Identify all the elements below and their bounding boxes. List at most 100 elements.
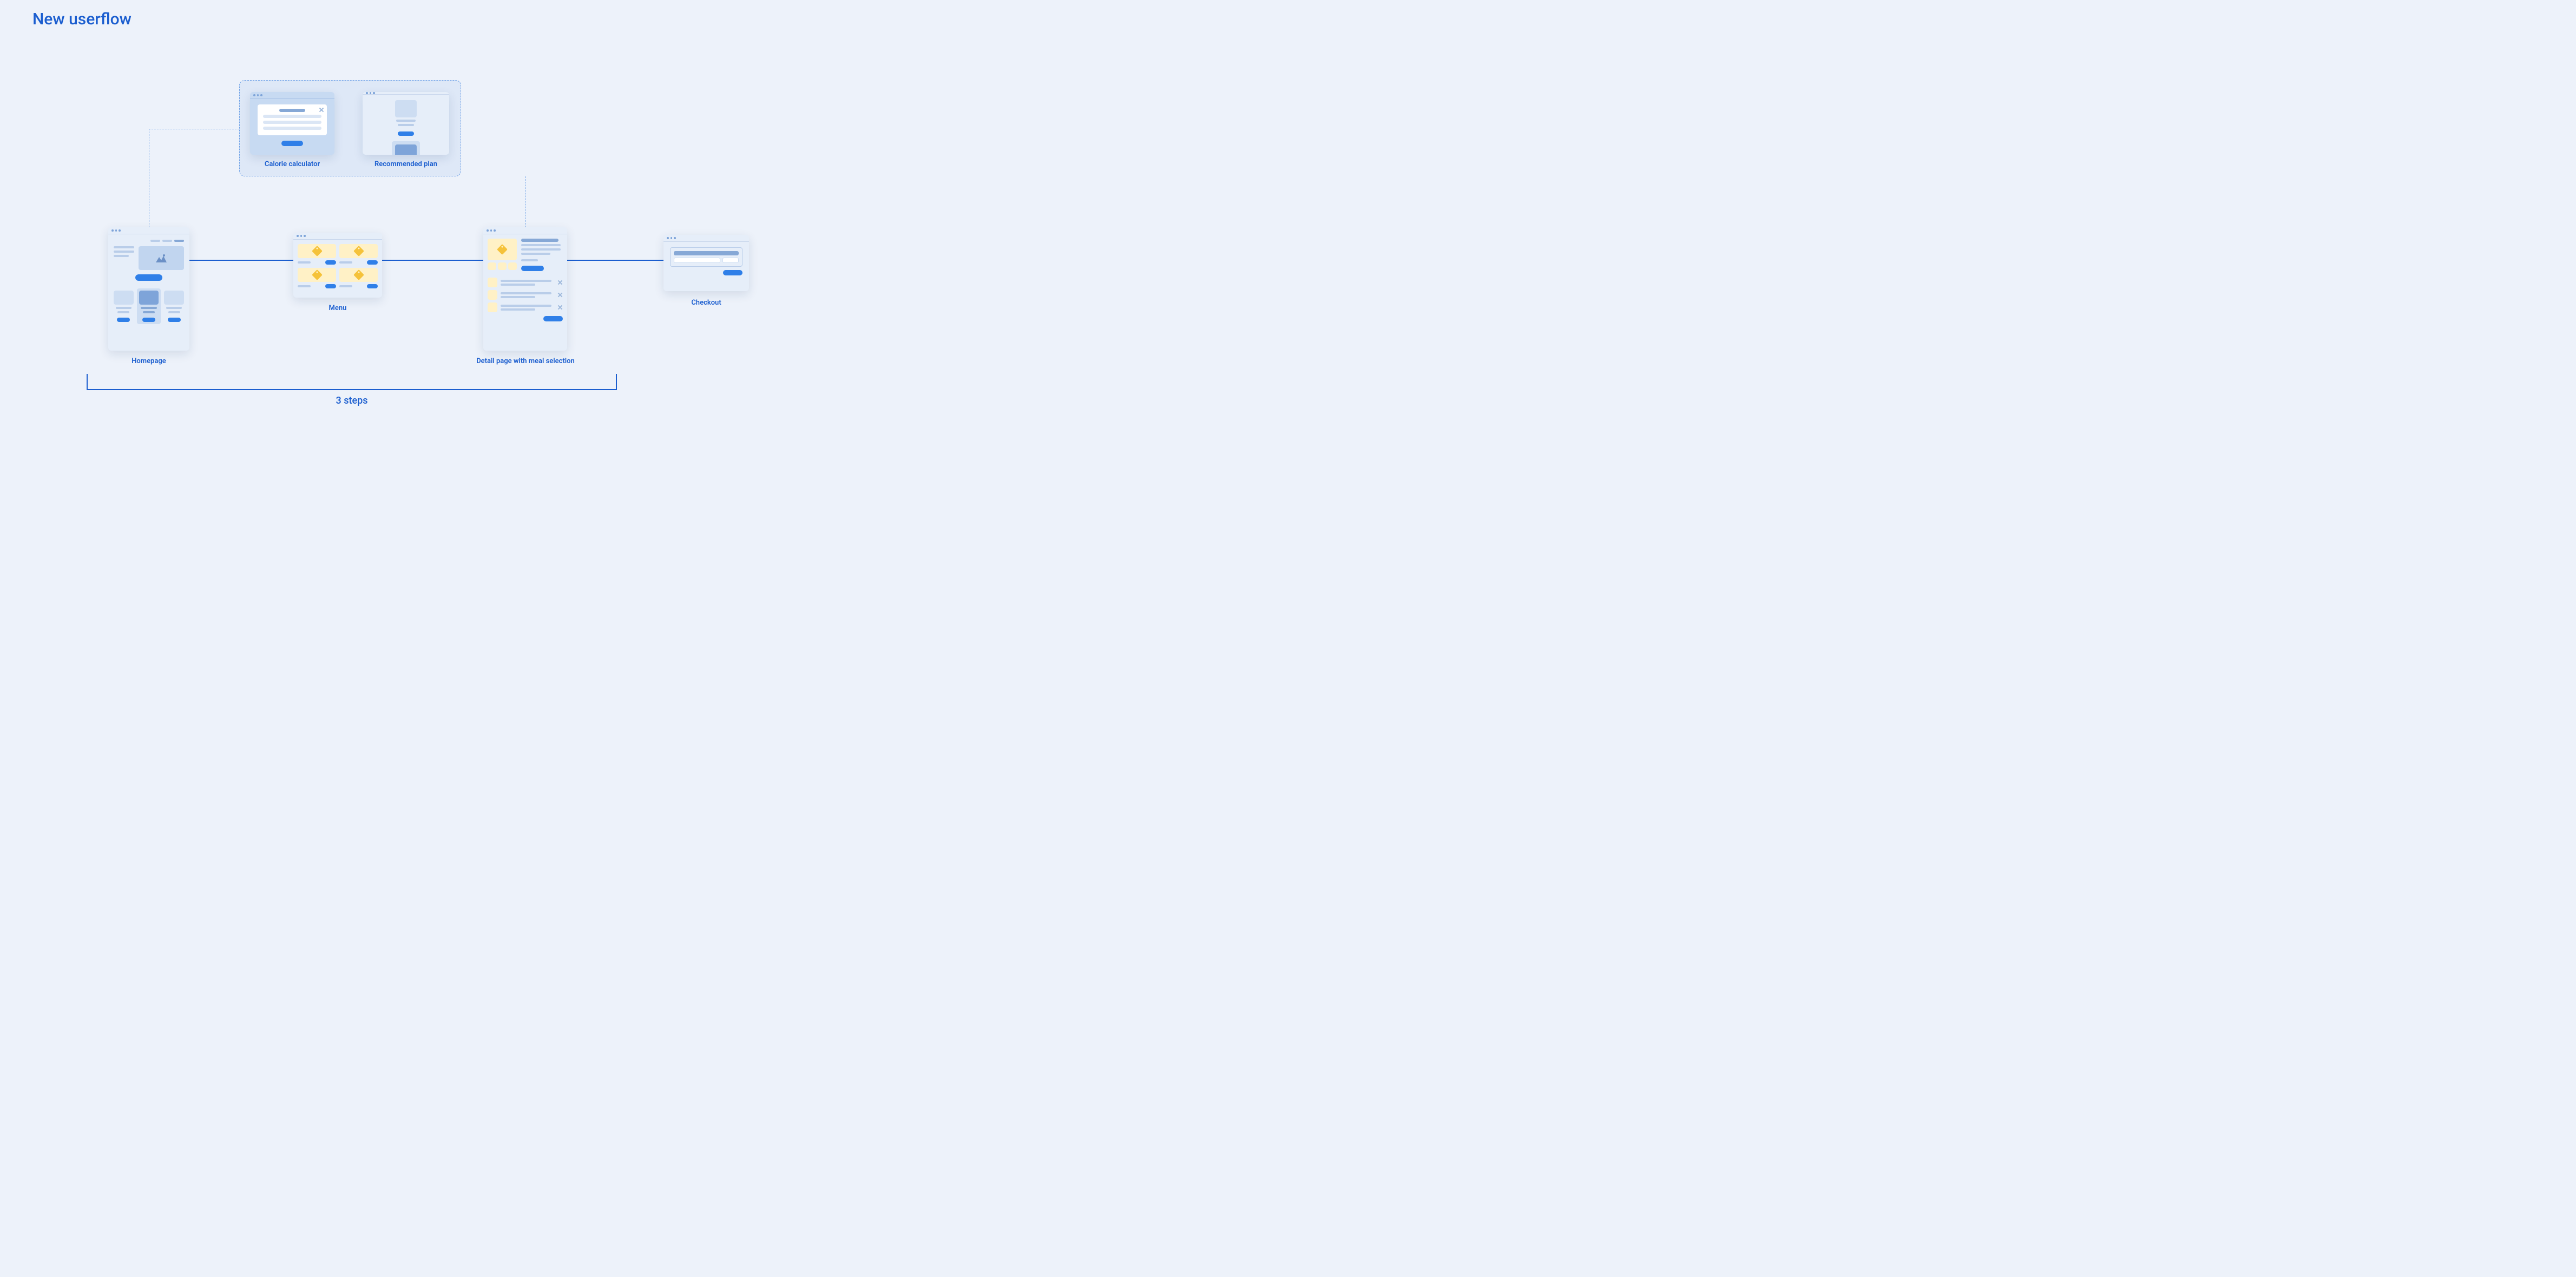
feature-card bbox=[114, 291, 134, 322]
menu-card bbox=[339, 244, 378, 265]
placeholder-line bbox=[501, 308, 535, 311]
detail-hero bbox=[488, 239, 563, 271]
wf-menu bbox=[293, 233, 382, 298]
placeholder-line bbox=[521, 239, 558, 242]
placeholder-line bbox=[263, 127, 321, 130]
wf-body bbox=[293, 240, 382, 298]
window-dot-icon bbox=[373, 92, 375, 94]
feature-card bbox=[164, 291, 184, 322]
nav-link bbox=[150, 240, 160, 242]
product-tile bbox=[339, 244, 378, 258]
flow-connector bbox=[189, 260, 293, 261]
placeholder-line bbox=[339, 285, 352, 287]
window-dot-icon bbox=[253, 94, 255, 96]
wf-caption-checkout: Checkout bbox=[663, 299, 749, 307]
product-thumb bbox=[498, 262, 507, 270]
window-dot-icon bbox=[111, 229, 114, 232]
placeholder-block bbox=[114, 291, 134, 305]
remove-icon bbox=[557, 305, 563, 310]
placeholder-line bbox=[396, 120, 416, 122]
meal-row bbox=[488, 302, 563, 312]
window-dot-icon bbox=[304, 235, 306, 237]
placeholder-line bbox=[521, 244, 561, 246]
window-dot-icon bbox=[297, 235, 299, 237]
menu-card bbox=[339, 268, 378, 288]
wf-body bbox=[250, 99, 334, 155]
wf-calorie-calculator bbox=[250, 92, 334, 155]
product-tile bbox=[298, 268, 336, 282]
placeholder-line bbox=[501, 305, 551, 307]
wf-titlebar bbox=[108, 227, 189, 234]
flow-connector bbox=[567, 260, 663, 261]
placeholder-line bbox=[263, 115, 321, 118]
form-field bbox=[674, 258, 720, 263]
product-tile bbox=[339, 268, 378, 282]
primary-button bbox=[543, 316, 563, 321]
placeholder-line bbox=[168, 311, 180, 313]
userflow-diagram: New userflow Calorie calculator bbox=[0, 0, 858, 425]
steps-bracket bbox=[87, 374, 617, 390]
remove-icon bbox=[557, 292, 563, 298]
tag-icon bbox=[353, 246, 364, 256]
wf-checkout bbox=[663, 235, 749, 291]
meal-thumb bbox=[488, 290, 497, 300]
wf-caption-homepage: Homepage bbox=[108, 357, 189, 365]
placeholder-block bbox=[139, 291, 159, 305]
placeholder-line bbox=[501, 280, 551, 282]
feature-card-selected bbox=[137, 288, 161, 324]
wf-caption-recommended-plan: Recommended plan bbox=[363, 160, 449, 168]
meal-row bbox=[488, 278, 563, 287]
placeholder-line bbox=[114, 246, 134, 248]
wf-titlebar bbox=[293, 233, 382, 240]
plan-card-selected bbox=[392, 141, 420, 155]
placeholder-line bbox=[521, 248, 561, 251]
primary-button bbox=[135, 274, 162, 281]
placeholder-line bbox=[501, 296, 535, 298]
pill-button bbox=[367, 260, 378, 265]
menu-card bbox=[298, 268, 336, 288]
remove-icon bbox=[557, 280, 563, 285]
form-field bbox=[722, 258, 739, 263]
product-thumb bbox=[508, 262, 517, 270]
window-dot-icon bbox=[487, 229, 489, 232]
diagram-title: New userflow bbox=[32, 10, 132, 29]
placeholder-line bbox=[521, 253, 550, 255]
primary-button bbox=[723, 270, 742, 275]
wf-body bbox=[363, 95, 449, 155]
window-dot-icon bbox=[257, 94, 259, 96]
meal-thumb bbox=[488, 302, 497, 312]
placeholder-block bbox=[395, 100, 417, 117]
wf-titlebar bbox=[663, 235, 749, 242]
tag-icon bbox=[312, 269, 323, 280]
pill-button bbox=[367, 284, 378, 288]
menu-card bbox=[298, 244, 336, 265]
wf-body bbox=[483, 234, 567, 351]
flow-connector bbox=[382, 260, 483, 261]
placeholder-line bbox=[298, 261, 311, 264]
placeholder-line bbox=[114, 251, 134, 253]
pill-button bbox=[325, 284, 336, 288]
placeholder-line bbox=[166, 307, 182, 309]
wf-caption-calorie-calculator: Calorie calculator bbox=[250, 160, 334, 168]
product-tile bbox=[298, 244, 336, 258]
checkout-form bbox=[670, 247, 742, 267]
wf-titlebar bbox=[483, 227, 567, 234]
wf-body bbox=[663, 242, 749, 291]
nav-link bbox=[162, 240, 172, 242]
modal-dialog bbox=[258, 104, 327, 135]
placeholder-line bbox=[521, 259, 538, 261]
image-placeholder-icon bbox=[139, 246, 184, 270]
pill-button bbox=[117, 318, 130, 322]
window-dot-icon bbox=[370, 92, 372, 94]
primary-button bbox=[521, 266, 544, 271]
nav-link bbox=[174, 240, 184, 242]
tag-icon bbox=[312, 246, 323, 256]
window-dot-icon bbox=[494, 229, 496, 232]
meal-selection-list bbox=[488, 278, 563, 321]
placeholder-block bbox=[164, 291, 184, 305]
placeholder-line bbox=[398, 124, 414, 126]
placeholder-line bbox=[117, 311, 129, 313]
wf-recommended-plan bbox=[363, 92, 449, 155]
window-dot-icon bbox=[490, 229, 492, 232]
window-dot-icon bbox=[667, 237, 669, 239]
